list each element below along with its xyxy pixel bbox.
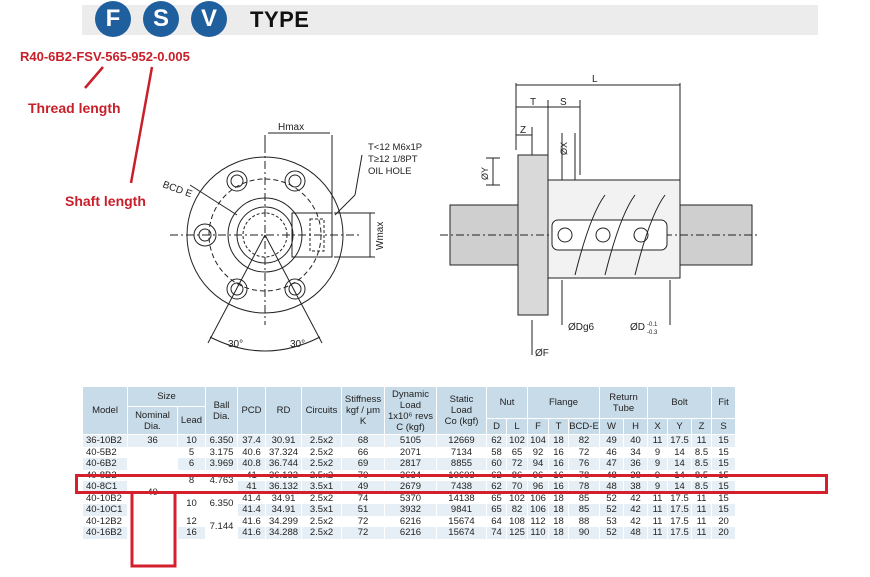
highlight-nominal-outline xyxy=(130,494,177,568)
